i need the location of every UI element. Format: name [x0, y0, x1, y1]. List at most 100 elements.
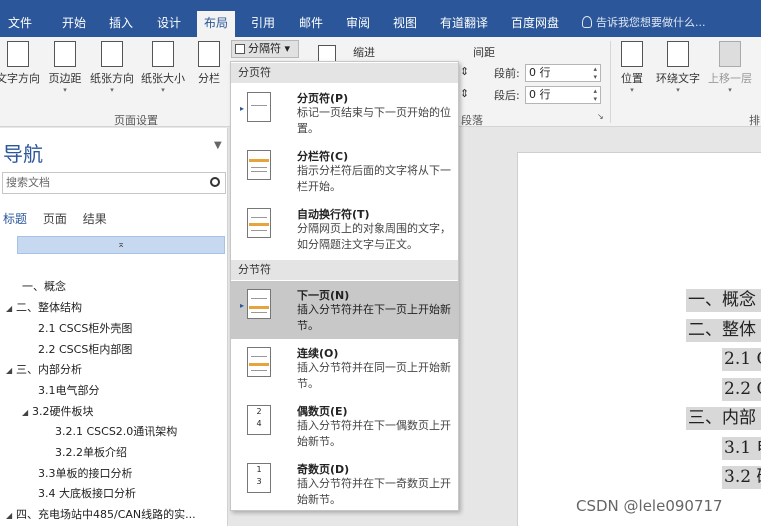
page-setup-group-label: 页面设置	[114, 114, 158, 127]
page-break-item[interactable]: ▸ 分页符(P) 标记一页结束与下一页开始的位置。	[231, 84, 458, 142]
spin-arrows-icon: ⇕	[460, 87, 470, 100]
breaks-button[interactable]: 分隔符 ▾	[231, 40, 299, 58]
text-wrapping-break-item[interactable]: 自动换行符(T) 分隔网页上的对象周围的文字，如分隔题注文字与正文。	[231, 200, 458, 258]
nav-heading-item[interactable]: 一、概念	[22, 278, 66, 294]
toc-entry[interactable]: 二、整体	[686, 319, 761, 342]
toc-entry[interactable]: 三、内部	[686, 407, 761, 430]
nav-heading-item[interactable]: ◢ 二、整体结构	[6, 299, 82, 315]
spin-arrows-icon: ⇕	[460, 65, 470, 78]
nav-tab-pages[interactable]: 页面	[43, 212, 67, 226]
chevron-down-icon: ▾	[63, 86, 67, 94]
menu-item-description: 标记一页结束与下一页开始的位置。	[297, 106, 451, 135]
tab-insert[interactable]: 插入	[102, 9, 140, 37]
continuous-section-break-item[interactable]: 连续(O) 插入分节符并在同一页上开始新节。	[231, 339, 458, 397]
orientation-label: 纸张方向	[90, 72, 134, 85]
toc-entry[interactable]: 3.2 硬	[722, 466, 761, 489]
spacing-after-input[interactable]: 0 行 ▴ ▾	[525, 86, 601, 104]
menu-item-title: 分栏符(C)	[297, 150, 349, 163]
expand-triangle-icon[interactable]: ◢	[22, 408, 32, 417]
toc-entry[interactable]: 2.2 C	[722, 378, 761, 401]
wrap-text-button[interactable]: 环绕文字 ▾	[652, 41, 704, 94]
nav-heading-label: 四、充电场站中485/CAN线路的实...	[16, 508, 196, 521]
nav-heading-label: 3.2.1 CSCS2.0通讯架构	[55, 425, 178, 438]
tell-me-box[interactable]: 告诉我您想要做什么...	[582, 9, 706, 37]
next-page-section-break-item[interactable]: ▸ 下一页(N) 插入分节符并在下一页上开始新节。	[231, 281, 458, 339]
tab-view[interactable]: 视图	[386, 9, 424, 37]
dialog-launcher-icon[interactable]: ↘	[597, 112, 604, 121]
nav-heading-label: 三、内部分析	[16, 363, 82, 376]
nav-heading-item[interactable]: 3.2.1 CSCS2.0通讯架构	[55, 423, 177, 439]
next-page-break-icon	[247, 289, 271, 319]
collapse-all-icon[interactable]: ⌅	[17, 236, 225, 254]
tab-home[interactable]: 开始	[55, 9, 93, 37]
tab-review[interactable]: 审阅	[339, 9, 377, 37]
break-pointer-icon: ▸	[240, 301, 245, 310]
nav-search-placeholder: 搜索文档	[6, 176, 50, 189]
spacing-after-label: 段后:	[494, 89, 520, 102]
ribbon-tab-bar: 文件 开始 插入 设计 布局 引用 邮件 审阅 视图 有道翻译 百度网盘 告诉我…	[0, 9, 761, 37]
odd-page-section-break-item[interactable]: 13 奇数页(D) 插入分节符并在下一奇数页上开始新节。	[231, 455, 458, 513]
nav-heading-item[interactable]: ◢ 3.2硬件板块	[22, 403, 94, 419]
spacing-before-value: 0 行	[529, 66, 551, 79]
expand-triangle-icon[interactable]: ◢	[6, 366, 16, 375]
margins-button[interactable]: 页边距 ▾	[44, 41, 86, 94]
tab-references[interactable]: 引用	[244, 9, 282, 37]
even-page-section-break-item[interactable]: 24 偶数页(E) 插入分节符并在下一偶数页上开始新节。	[231, 397, 458, 455]
orientation-button[interactable]: 纸张方向 ▾	[86, 41, 138, 94]
expand-triangle-icon[interactable]: ◢	[6, 511, 16, 520]
nav-heading-item[interactable]: 2.2 CSCS柜内部图	[38, 341, 132, 357]
spacing-before-input[interactable]: 0 行 ▴ ▾	[525, 64, 601, 82]
position-button[interactable]: 位置 ▾	[617, 41, 647, 94]
tab-mailings[interactable]: 邮件	[292, 9, 330, 37]
toc-entry[interactable]: 一、概念	[686, 289, 761, 312]
size-button[interactable]: 纸张大小 ▾	[138, 41, 188, 94]
tab-youdao-translate[interactable]: 有道翻译	[433, 9, 495, 37]
nav-heading-label: 3.2.2单板介绍	[55, 446, 127, 459]
nav-heading-label: 一、概念	[22, 280, 66, 293]
spinner-icon[interactable]: ▴ ▾	[593, 87, 597, 103]
tab-baidu-netdisk[interactable]: 百度网盘	[504, 9, 566, 37]
nav-heading-item[interactable]: 3.1电气部分	[38, 382, 100, 398]
chevron-down-icon: ▾	[728, 86, 732, 94]
nav-heading-label: 3.3单板的接口分析	[38, 467, 133, 480]
nav-heading-label: 2.2 CSCS柜内部图	[38, 343, 133, 356]
bring-forward-button[interactable]: 上移一层 ▾	[705, 41, 755, 94]
search-icon[interactable]	[210, 177, 220, 187]
menu-item-description: 插入分节符并在下一偶数页上开始新节。	[297, 419, 451, 448]
nav-search-input[interactable]: 搜索文档	[2, 172, 226, 194]
tab-design[interactable]: 设计	[150, 9, 188, 37]
breaks-dropdown-menu: 分页符 ▸ 分页符(P) 标记一页结束与下一页开始的位置。 分栏符(C) 指示分…	[230, 61, 459, 511]
nav-tab-headings[interactable]: 标题	[3, 212, 27, 226]
group-separator	[610, 41, 611, 123]
toc-entry[interactable]: 2.1 C	[722, 348, 761, 371]
position-icon	[621, 41, 643, 67]
column-break-item[interactable]: 分栏符(C) 指示分栏符后面的文字将从下一栏开始。	[231, 142, 458, 200]
tab-layout[interactable]: 布局	[197, 11, 236, 37]
nav-heading-item[interactable]: 3.2.2单板介绍	[55, 444, 127, 460]
nav-heading-item[interactable]: 3.3单板的接口分析	[38, 465, 133, 481]
wrap-text-icon	[667, 41, 689, 67]
column-break-icon	[247, 150, 271, 180]
tab-file[interactable]: 文件	[1, 9, 39, 37]
columns-button[interactable]: 分栏	[194, 41, 224, 86]
chevron-down-icon: ▾	[161, 86, 165, 94]
spinner-icon[interactable]: ▴ ▾	[593, 65, 597, 81]
nav-heading-item[interactable]: ◢ 四、充电场站中485/CAN线路的实...	[6, 506, 196, 522]
columns-icon	[198, 41, 220, 67]
title-bar	[0, 0, 761, 9]
toc-entry[interactable]: 3.1 电	[722, 437, 761, 460]
nav-tab-results[interactable]: 结果	[83, 212, 107, 226]
continuous-break-icon	[247, 347, 271, 377]
text-direction-button[interactable]: 文字方向	[0, 41, 42, 86]
even-page-break-icon: 24	[247, 405, 271, 435]
size-label: 纸张大小	[141, 72, 185, 85]
nav-heading-item[interactable]: ◢ 三、内部分析	[6, 361, 82, 377]
pane-options-icon[interactable]: ▼	[214, 140, 222, 151]
nav-heading-item[interactable]: 2.1 CSCS柜外壳图	[38, 320, 132, 336]
menu-item-description: 插入分节符并在下一奇数页上开始新节。	[297, 477, 451, 506]
nav-heading-item[interactable]: 3.4 大底板接口分析	[38, 485, 136, 501]
expand-triangle-icon[interactable]: ◢	[6, 304, 16, 313]
breaks-icon	[235, 44, 245, 54]
tell-me-text: 告诉我您想要做什么...	[596, 16, 706, 29]
menu-item-description: 分隔网页上的对象周围的文字，如分隔题注文字与正文。	[297, 222, 451, 251]
